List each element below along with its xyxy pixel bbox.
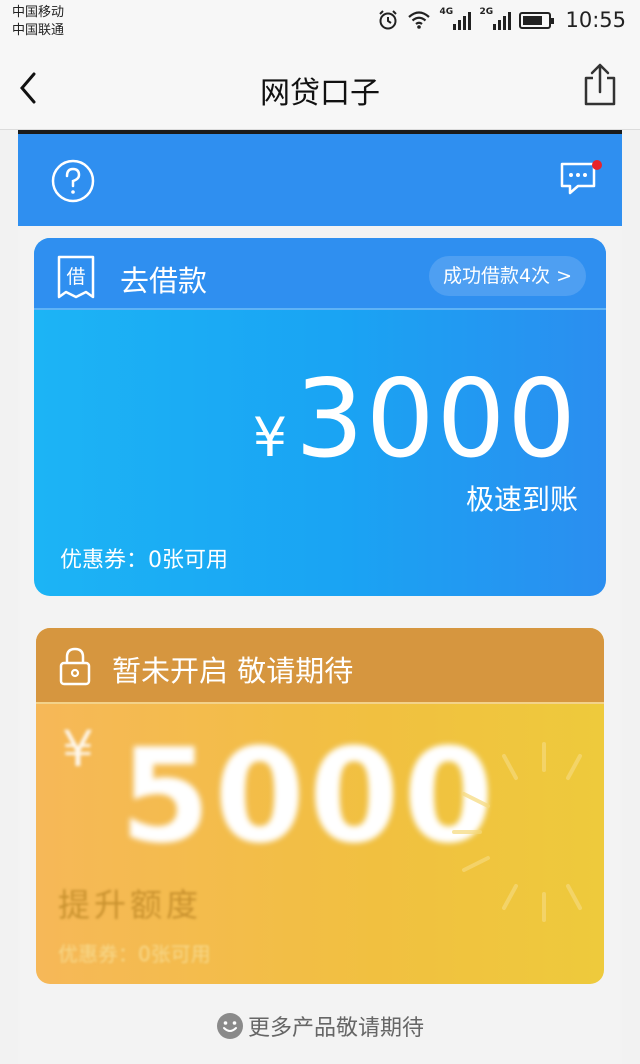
more-products-row: 更多产品敬请期待 <box>18 1010 622 1042</box>
signal-2-tag: 2G <box>479 7 494 17</box>
nav-bar: 网贷口子 <box>0 44 640 130</box>
carrier-1: 中国移动 <box>12 5 65 20</box>
share-icon[interactable] <box>580 62 620 108</box>
smile-icon <box>216 1013 243 1039</box>
signal-2: 2G <box>479 7 512 30</box>
help-icon[interactable] <box>50 158 96 204</box>
signal-1: 4G <box>439 7 472 30</box>
locked-currency: ¥ <box>62 720 94 778</box>
page-title: 网贷口子 <box>260 76 380 111</box>
signal-1-tag: 4G <box>439 7 454 17</box>
loan-currency: ¥ <box>252 406 288 469</box>
battery-fill <box>523 15 543 25</box>
wifi-icon <box>408 11 431 29</box>
loan-subtitle: 极速到账 <box>465 483 578 516</box>
loan-coupon: 优惠券：0张可用 <box>60 548 228 573</box>
alarm-icon <box>379 10 398 30</box>
loan-card[interactable]: 借 去借款 成功借款4次 > ¥ 3000 极速到账 优惠券：0张可用 <box>34 238 606 596</box>
carrier-2: 中国联通 <box>12 23 65 38</box>
carrier-info: 中国移动 中国联通 <box>12 4 64 40</box>
sunburst-decoration <box>452 742 582 922</box>
clock: 10:55 <box>565 8 626 32</box>
locked-title: 暂未开启 敬请期待 <box>112 654 354 688</box>
loan-title: 去借款 <box>120 264 208 298</box>
loan-amount: ¥ 3000 <box>253 366 578 474</box>
more-products-text: 更多产品敬请期待 <box>247 1016 424 1041</box>
battery-icon <box>519 11 555 29</box>
loan-amount-value: 3000 <box>295 357 578 482</box>
app-content: 借 去借款 成功借款4次 > ¥ 3000 极速到账 优惠券：0张可用 暂未开启… <box>18 130 622 1064</box>
status-bar: 中国移动 中国联通 4G 2G 10:55 <box>0 0 640 44</box>
success-count-badge[interactable]: 成功借款4次 > <box>428 256 586 296</box>
loan-receipt-char: 借 <box>66 266 85 288</box>
locked-subtitle: 提升额度 <box>58 886 203 924</box>
locked-coupon: 优惠券：0张可用 <box>58 942 211 966</box>
app-header <box>18 130 622 226</box>
notification-dot <box>592 160 602 170</box>
status-indicators: 4G 2G 10:55 <box>377 7 626 32</box>
loan-card-header[interactable]: 借 去借款 成功借款4次 > <box>34 238 606 310</box>
lock-icon <box>59 647 91 686</box>
locked-card: 暂未开启 敬请期待 ¥ 5000 提升额度 优惠券：0张可用 <box>36 628 604 984</box>
loan-receipt-icon: 借 <box>57 255 95 299</box>
locked-card-header: 暂未开启 敬请期待 <box>36 628 604 704</box>
